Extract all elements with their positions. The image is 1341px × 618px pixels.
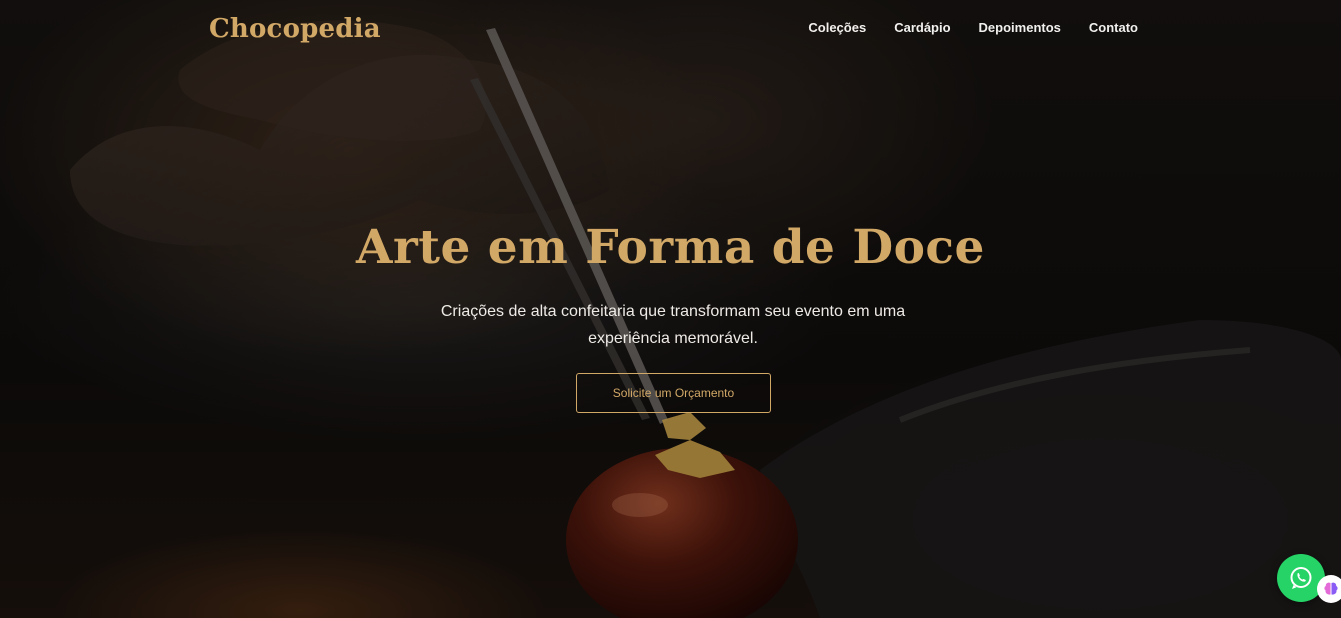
extension-badge[interactable] <box>1317 575 1341 603</box>
brand-logo[interactable]: Chocopedia <box>209 14 381 44</box>
hero-title: Arte em Forma de Doce <box>356 220 985 275</box>
nav-link-colecoes[interactable]: Coleções <box>808 20 866 35</box>
brain-icon <box>1324 582 1338 595</box>
nav-link-contato[interactable]: Contato <box>1089 20 1138 35</box>
nav-link-depoimentos[interactable]: Depoimentos <box>979 20 1061 35</box>
main-nav: Coleções Cardápio Depoimentos Contato <box>808 20 1138 35</box>
nav-link-cardapio[interactable]: Cardápio <box>894 20 950 35</box>
request-quote-button[interactable]: Solicite um Orçamento <box>576 373 771 413</box>
whatsapp-icon <box>1290 567 1312 589</box>
hero-subtitle: Criações de alta confeitaria que transfo… <box>440 303 906 347</box>
